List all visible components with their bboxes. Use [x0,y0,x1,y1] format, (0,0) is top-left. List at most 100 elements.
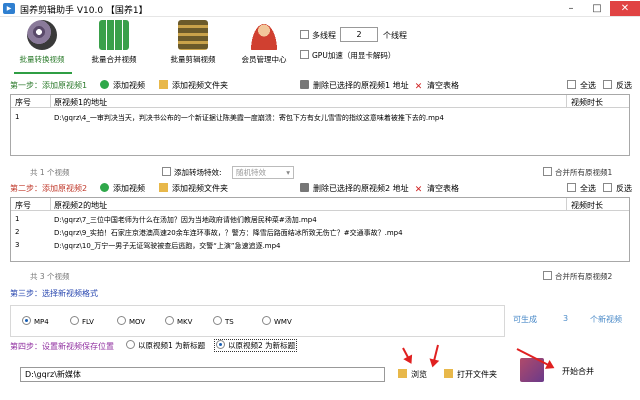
title-option2-radio[interactable]: 以原视频2 为新标题 [214,339,298,352]
browse-label: 浏览 [411,370,427,379]
table-row[interactable]: 3 D:\gqrz\10_万宁一男子无证驾驶被查后逃跑，交警“上演”急速追逐.m… [11,241,629,252]
format-label: TS [225,318,234,326]
batch-cut-button[interactable]: 批量剪辑视频 [161,20,225,72]
radio-dot [117,316,126,325]
row-no: 3 [15,241,20,249]
transition-effect-select[interactable]: 随机特效 [232,166,294,179]
thread-unit-label: 个线程 [383,31,407,40]
radio-dot [126,340,135,349]
clear-table2-button[interactable]: ✕ 清空表格 [414,183,459,195]
table-header: 序号 原视频1的地址 视频时长 [11,95,629,108]
add-folder2-button[interactable]: 添加视频文件夹 [159,183,228,194]
format-mov-radio[interactable]: MOV [117,316,145,326]
format-label: MOV [129,318,146,326]
radio-dot [22,316,31,325]
start-merge-button[interactable]: 开始合并 [562,366,594,377]
merge-all1-checkbox[interactable] [543,167,552,176]
multithread-checkbox[interactable] [300,30,309,39]
add-icon [100,183,109,192]
gpu-label: GPU加速（用显卡解码） [312,51,396,60]
col-path: 原视频1的地址 [54,98,108,107]
add-folder1-button[interactable]: 添加视频文件夹 [159,80,228,91]
clear-icon: ✕ [414,82,423,92]
table-header: 序号 原视频2的地址 视频时长 [11,198,629,211]
select-all2-label: 全选 [580,184,596,193]
add-folder1-label: 添加视频文件夹 [172,81,228,90]
row-path: D:\gqrz\4_一审判决当天，判决书公布的一个新证据让陈美霞一度崩溃：寄包下… [54,114,444,122]
format-mp4-radio[interactable]: MP4 [22,316,49,326]
invert2-label: 反选 [616,184,632,193]
invert2-button[interactable]: 反选 [603,183,632,194]
title-bar: ▶ 国养剪辑助手 V10.0 【国养1】 – □ ✕ [0,0,640,17]
member-center-button[interactable]: 会员管理中心 [232,20,296,72]
active-tab-indicator [14,72,72,74]
transition-checkbox[interactable] [162,167,171,176]
clear-icon: ✕ [414,185,423,195]
row-path: D:\gqrz\9_实拍！石家庄京港澳高速20余车连环事故，？警方：降雪后路面结… [54,229,403,237]
step3-title: 第三步：选择新视频格式 [10,289,98,298]
radio-dot [213,316,222,325]
select-all1-label: 全选 [580,81,596,90]
merge-all1-label: 合并所有原视频1 [555,168,613,177]
add-video2-button[interactable]: 添加视频 [100,183,145,194]
format-ts-radio[interactable]: TS [213,316,234,326]
batch-cut-label: 批量剪辑视频 [170,55,216,64]
delete-icon [300,183,309,192]
merge-all2-checkbox[interactable] [543,271,552,280]
invert1-button[interactable]: 反选 [603,80,632,91]
format-wmv-radio[interactable]: WMV [262,316,292,326]
open-folder-label: 打开文件夹 [457,370,497,379]
step2-title: 第二步：添加原视频2 [10,184,88,193]
table-row[interactable]: 1 D:\gqrz\4_一审判决当天，判决书公布的一个新证据让陈美霞一度崩溃：寄… [11,113,629,124]
select-all2-checkbox [567,183,576,192]
clear-table1-button[interactable]: ✕ 清空表格 [414,80,459,92]
batch-convert-button[interactable]: 批量转换视频 [10,20,74,72]
browse-button[interactable]: 浏览 [398,369,427,380]
thread-count-input[interactable]: 2 [340,27,378,42]
add-video2-label: 添加视频 [113,184,145,193]
table-row[interactable]: 1 D:\gqrz\7_三位中国老师为什么在汤加？因为当地政府请他们教居民种菜#… [11,215,629,226]
format-label: MP4 [34,318,49,326]
batch-convert-label: 批量转换视频 [19,55,65,64]
step1-title: 第一步：添加原视频1 [10,81,88,90]
maximize-button[interactable]: □ [584,1,610,16]
select-all2-button[interactable]: 全选 [567,183,596,194]
user-icon [249,20,279,50]
main-toolbar: 批量转换视频 批量合并视频 批量剪辑视频 会员管理中心 [0,17,640,73]
multithread-label: 多线程 [312,31,336,40]
video1-table[interactable]: 序号 原视频1的地址 视频时长 1 D:\gqrz\4_一审判决当天，判决书公布… [10,94,630,156]
generate-label: 可生成 [513,315,537,324]
invert1-checkbox [603,80,612,89]
batch-merge-button[interactable]: 批量合并视频 [82,20,146,72]
format-flv-radio[interactable]: FLV [70,316,94,326]
minimize-button[interactable]: – [558,1,584,16]
open-folder-button[interactable]: 打开文件夹 [444,369,497,380]
col-path: 原视频2的地址 [54,201,108,210]
merge-grid-icon [99,20,129,50]
video2-table[interactable]: 序号 原视频2的地址 视频时长 1 D:\gqrz\7_三位中国老师为什么在汤加… [10,197,630,262]
gpu-checkbox[interactable] [300,50,309,59]
clear-table1-label: 清空表格 [427,81,459,90]
merge-all2-label: 合并所有原视频2 [555,272,613,281]
batch-merge-label: 批量合并视频 [91,55,137,64]
format-mkv-radio[interactable]: MKV [165,316,192,326]
add-video1-button[interactable]: 添加视频 [100,80,145,91]
delete-selected1-button[interactable]: 删除已选择的原视频1 地址 [300,80,409,91]
col-no: 序号 [15,201,31,210]
row-path: D:\gqrz\7_三位中国老师为什么在汤加？因为当地政府请他们教居民种菜#汤加… [54,216,317,224]
radio-dot [165,316,174,325]
row-path: D:\gqrz\10_万宁一男子无证驾驶被查后逃跑，交警“上演”急速追逐.mp4 [54,242,281,250]
add-folder2-label: 添加视频文件夹 [172,184,228,193]
annotation-arrow-open-folder [431,344,439,366]
close-button[interactable]: ✕ [610,1,640,16]
table-row[interactable]: 2 D:\gqrz\9_实拍！石家庄京港澳高速20余车连环事故，？警方：降雪后路… [11,228,629,239]
destination-path-input[interactable]: D:\gqrz\新媒体 [20,367,385,382]
member-center-label: 会员管理中心 [241,55,287,64]
generate-unit: 个新视频 [590,315,622,324]
delete-selected2-button[interactable]: 删除已选择的原视频2 地址 [300,183,409,194]
delete-selected2-label: 删除已选择的原视频2 地址 [313,184,409,193]
title-option1-radio[interactable]: 以原视频1 为新标题 [126,340,205,351]
col-duration: 视频时长 [571,98,603,107]
select-all1-button[interactable]: 全选 [567,80,596,91]
radio-dot [262,316,271,325]
